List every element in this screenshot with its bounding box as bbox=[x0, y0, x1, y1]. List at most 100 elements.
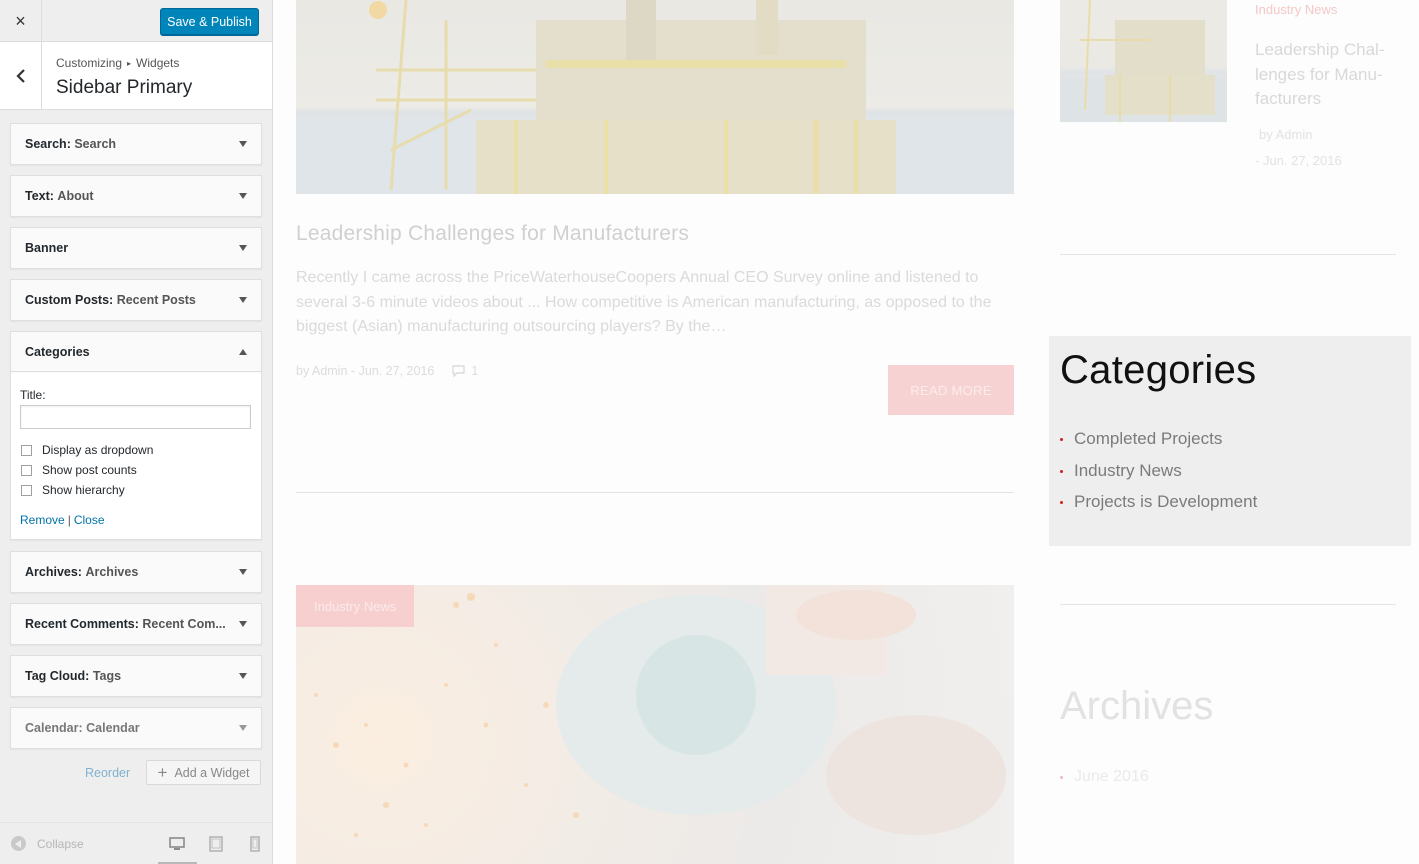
widget-instance-title: Recent Posts bbox=[116, 293, 196, 307]
sidebar-post-title[interactable]: Leadership Chal- lenges for Manu- factur… bbox=[1255, 38, 1405, 112]
widget-title: Search: Search bbox=[25, 137, 116, 151]
categories-widget-preview: Categories Completed Projects Industry N… bbox=[1049, 336, 1411, 546]
close-link[interactable]: Close bbox=[74, 513, 105, 527]
archive-item[interactable]: June 2016 bbox=[1060, 768, 1149, 786]
widget-recent-comments[interactable]: Recent Comments: Recent Com... bbox=[10, 603, 262, 645]
category-label: Industry News bbox=[1074, 461, 1182, 480]
mobile-icon[interactable] bbox=[247, 836, 263, 852]
post-author[interactable]: by Admin bbox=[296, 364, 347, 378]
checkbox[interactable] bbox=[21, 484, 32, 496]
widget-calendar[interactable]: Calendar: Calendar bbox=[10, 707, 262, 749]
breadcrumb: Customizing ▸ Widgets bbox=[56, 56, 179, 70]
widget-type: Text: bbox=[25, 189, 54, 203]
widget-custom-posts[interactable]: Custom Posts: Recent Posts bbox=[10, 279, 262, 321]
widget-search[interactable]: Search: Search bbox=[10, 123, 262, 165]
archives-heading: Archives bbox=[1060, 684, 1214, 728]
add-widget-button[interactable]: + Add a Widget bbox=[146, 760, 261, 785]
widget-banner[interactable]: Banner bbox=[10, 227, 262, 269]
widget-text[interactable]: Text: About bbox=[10, 175, 262, 217]
widget-type: Banner bbox=[25, 241, 69, 255]
widget-title: Custom Posts: Recent Posts bbox=[25, 293, 196, 307]
breadcrumb-separator: ▸ bbox=[127, 59, 132, 68]
bullet-icon bbox=[1060, 437, 1063, 441]
widget-header[interactable]: Categories bbox=[11, 332, 261, 372]
post-featured-image[interactable] bbox=[296, 0, 1014, 194]
category-item[interactable]: Completed Projects bbox=[1060, 429, 1222, 449]
widget-tag-cloud[interactable]: Tag Cloud: Tags bbox=[10, 655, 262, 697]
oil-rig-illustration bbox=[296, 0, 1014, 194]
expand-arrow-icon[interactable] bbox=[239, 725, 247, 731]
back-button[interactable] bbox=[0, 42, 42, 109]
widget-categories: Categories Title: Display as dropdown Sh… bbox=[10, 331, 262, 540]
read-more-button[interactable]: READ MORE bbox=[888, 365, 1014, 415]
widget-actions: Remove | Close bbox=[20, 513, 105, 527]
checkbox[interactable] bbox=[21, 464, 32, 476]
close-customizer-button[interactable]: × bbox=[0, 0, 42, 42]
post-excerpt: Recently I came across the PriceWaterhou… bbox=[296, 269, 992, 335]
expand-arrow-icon[interactable] bbox=[239, 621, 247, 627]
category-item[interactable]: Projects is Development bbox=[1060, 492, 1257, 512]
widget-title: Categories bbox=[25, 345, 90, 359]
divider bbox=[1060, 604, 1396, 605]
collapse-arrow-icon[interactable] bbox=[239, 349, 247, 355]
option-show-post-counts[interactable]: Show post counts bbox=[21, 463, 137, 477]
bullet-icon bbox=[1060, 500, 1063, 504]
widget-type: Categories bbox=[25, 345, 90, 359]
expand-arrow-icon[interactable] bbox=[239, 245, 247, 251]
option-display-dropdown[interactable]: Display as dropdown bbox=[21, 443, 153, 457]
widget-title: Calendar: Calendar bbox=[25, 721, 140, 735]
bullet-icon bbox=[1060, 775, 1063, 779]
widget-type: Recent Comments: bbox=[25, 617, 139, 631]
widget-title: Text: About bbox=[25, 189, 94, 203]
expand-arrow-icon[interactable] bbox=[239, 193, 247, 199]
expand-arrow-icon[interactable] bbox=[239, 569, 247, 575]
widget-instance-title: Tags bbox=[92, 669, 122, 683]
sidebar-post-date: - Jun. 27, 2016 bbox=[1255, 153, 1342, 168]
tablet-icon[interactable] bbox=[208, 836, 224, 852]
widget-instance-title: Archives bbox=[85, 565, 139, 579]
divider bbox=[296, 492, 1014, 493]
post-date: Jun. 27, 2016 bbox=[358, 364, 435, 378]
post-title[interactable]: Leadership Challenges for Manufacturers bbox=[296, 222, 689, 246]
panel-header: × Save & Publish bbox=[0, 0, 272, 42]
title-input[interactable] bbox=[20, 405, 251, 429]
option-label: Show hierarchy bbox=[42, 483, 125, 497]
add-widget-label: Add a Widget bbox=[174, 765, 250, 780]
widget-archives[interactable]: Archives: Archives bbox=[10, 551, 262, 593]
meta-separator: - bbox=[350, 364, 356, 378]
sidebar-post-category[interactable]: Industry News bbox=[1255, 2, 1337, 17]
collapse-icon bbox=[11, 836, 26, 851]
expand-arrow-icon[interactable] bbox=[239, 297, 247, 303]
checkbox[interactable] bbox=[21, 444, 32, 456]
widget-title: Archives: Archives bbox=[25, 565, 138, 579]
reorder-link[interactable]: Reorder bbox=[85, 766, 130, 780]
comment-count[interactable]: 1 bbox=[471, 364, 478, 378]
category-item[interactable]: Industry News bbox=[1060, 461, 1182, 481]
categories-heading: Categories bbox=[1060, 348, 1257, 392]
remove-link[interactable]: Remove bbox=[20, 513, 65, 527]
chevron-left-icon bbox=[15, 68, 25, 83]
plus-icon: + bbox=[157, 762, 168, 782]
sidebar-post-thumbnail[interactable] bbox=[1060, 0, 1227, 122]
title-label: Title: bbox=[20, 388, 46, 402]
section-title-bar: Customizing ▸ Widgets Sidebar Primary bbox=[0, 42, 272, 110]
widget-instance-title: Calendar bbox=[86, 721, 140, 735]
widget-type: Search: bbox=[25, 137, 71, 151]
widget-instance-title: About bbox=[57, 189, 94, 203]
expand-arrow-icon[interactable] bbox=[239, 673, 247, 679]
save-publish-button[interactable]: Save & Publish bbox=[160, 8, 259, 35]
expand-arrow-icon[interactable] bbox=[239, 141, 247, 147]
widget-type: Archives: bbox=[25, 565, 82, 579]
oil-rig-thumbnail bbox=[1060, 0, 1227, 122]
option-show-hierarchy[interactable]: Show hierarchy bbox=[21, 483, 125, 497]
collapse-button[interactable]: Collapse bbox=[11, 836, 84, 851]
panel-footer: Collapse bbox=[0, 822, 272, 864]
widget-title: Tag Cloud: Tags bbox=[25, 669, 121, 683]
bullet-icon bbox=[1060, 469, 1063, 473]
category-label: Projects is Development bbox=[1074, 492, 1258, 511]
widget-title: Banner bbox=[25, 241, 68, 255]
widget-title: Recent Comments: Recent Com... bbox=[25, 617, 226, 631]
sidebar-post-author[interactable]: by Admin bbox=[1259, 127, 1312, 142]
desktop-icon[interactable] bbox=[169, 836, 185, 852]
category-badge[interactable]: Industry News bbox=[296, 585, 415, 627]
